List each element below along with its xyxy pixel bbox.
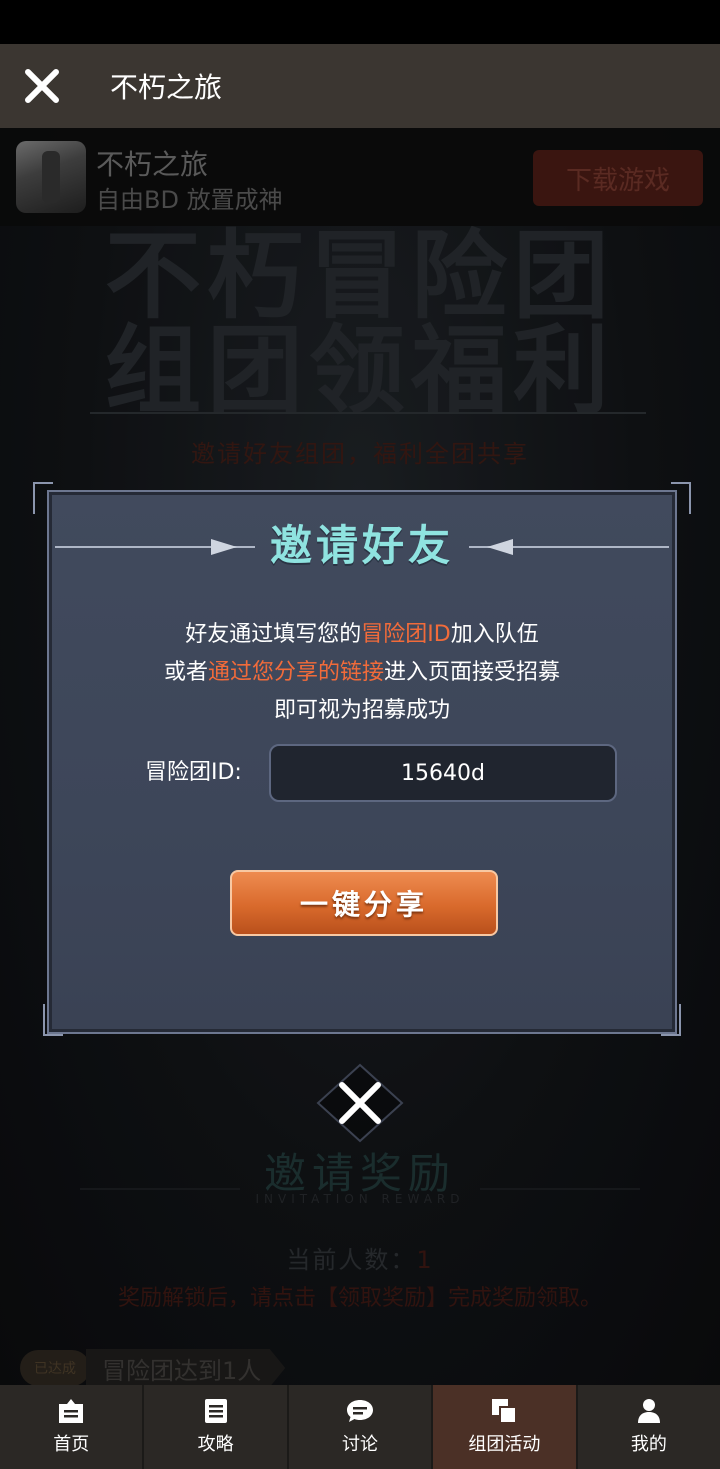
- corner-ornament: [671, 482, 691, 514]
- team-id-field[interactable]: 15640d: [269, 744, 617, 802]
- instruction-line-1: 好友通过填写您的冒险团ID加入队伍: [49, 616, 675, 648]
- instruction-text: 好友通过填写您的: [185, 622, 362, 647]
- app-slogan: 自由BD 放置成神: [96, 186, 283, 214]
- document-icon: [204, 1399, 227, 1423]
- tab-label: 攻略: [197, 1434, 234, 1455]
- instruction-text: 进入页面接受招募: [384, 660, 561, 685]
- status-bar: [0, 0, 720, 44]
- tab-guides[interactable]: 攻略: [144, 1385, 289, 1469]
- tab-mine[interactable]: 我的: [578, 1385, 720, 1469]
- instruction-highlight: 冒险团ID: [361, 622, 451, 647]
- corner-ornament: [33, 482, 53, 514]
- modal-close-button[interactable]: [314, 1061, 406, 1145]
- one-click-share-button[interactable]: 一键分享: [230, 870, 498, 936]
- invite-friends-modal: 邀请好友 好友通过填写您的冒险团ID加入队伍 或者通过您分享的链接进入页面接受招…: [33, 482, 691, 1036]
- team-id-label: 冒险团ID:: [145, 760, 242, 785]
- tab-label: 我的: [630, 1434, 667, 1455]
- tab-discussion[interactable]: 讨论: [289, 1385, 434, 1469]
- app-icon: [16, 141, 86, 213]
- close-button[interactable]: [0, 44, 84, 128]
- tab-home[interactable]: 首页: [0, 1385, 145, 1469]
- download-game-button[interactable]: 下载游戏: [533, 150, 703, 206]
- instruction-line-2: 或者通过您分享的链接进入页面接受招募: [49, 654, 675, 686]
- home-icon: [59, 1399, 84, 1423]
- tab-label: 首页: [53, 1434, 90, 1455]
- bottom-tab-bar: 首页 攻略 讨论 组团活动 我的: [0, 1385, 720, 1469]
- top-nav: 不朽之旅: [0, 44, 720, 128]
- instruction-text: 或者: [163, 660, 208, 685]
- instruction-highlight: 通过您分享的链接: [207, 660, 384, 685]
- close-icon: [316, 1063, 404, 1143]
- tab-label: 讨论: [342, 1434, 379, 1455]
- instruction-text: 加入队伍: [450, 622, 539, 647]
- app-download-banner[interactable]: 不朽之旅 自由BD 放置成神 下载游戏: [0, 128, 720, 226]
- corner-ornament: [661, 1004, 681, 1036]
- tab-team-activity[interactable]: 组团活动: [433, 1385, 578, 1469]
- modal-title: 邀请好友: [269, 521, 454, 570]
- app-name: 不朽之旅: [96, 148, 209, 181]
- instruction-line-3: 即可视为招募成功: [273, 698, 450, 723]
- person-icon: [637, 1399, 660, 1423]
- page-title: 不朽之旅: [110, 71, 223, 104]
- close-icon: [25, 69, 59, 103]
- copy-icon: [492, 1399, 518, 1424]
- corner-ornament: [43, 1004, 63, 1036]
- tab-label: 组团活动: [468, 1434, 541, 1455]
- chat-icon: [347, 1400, 374, 1422]
